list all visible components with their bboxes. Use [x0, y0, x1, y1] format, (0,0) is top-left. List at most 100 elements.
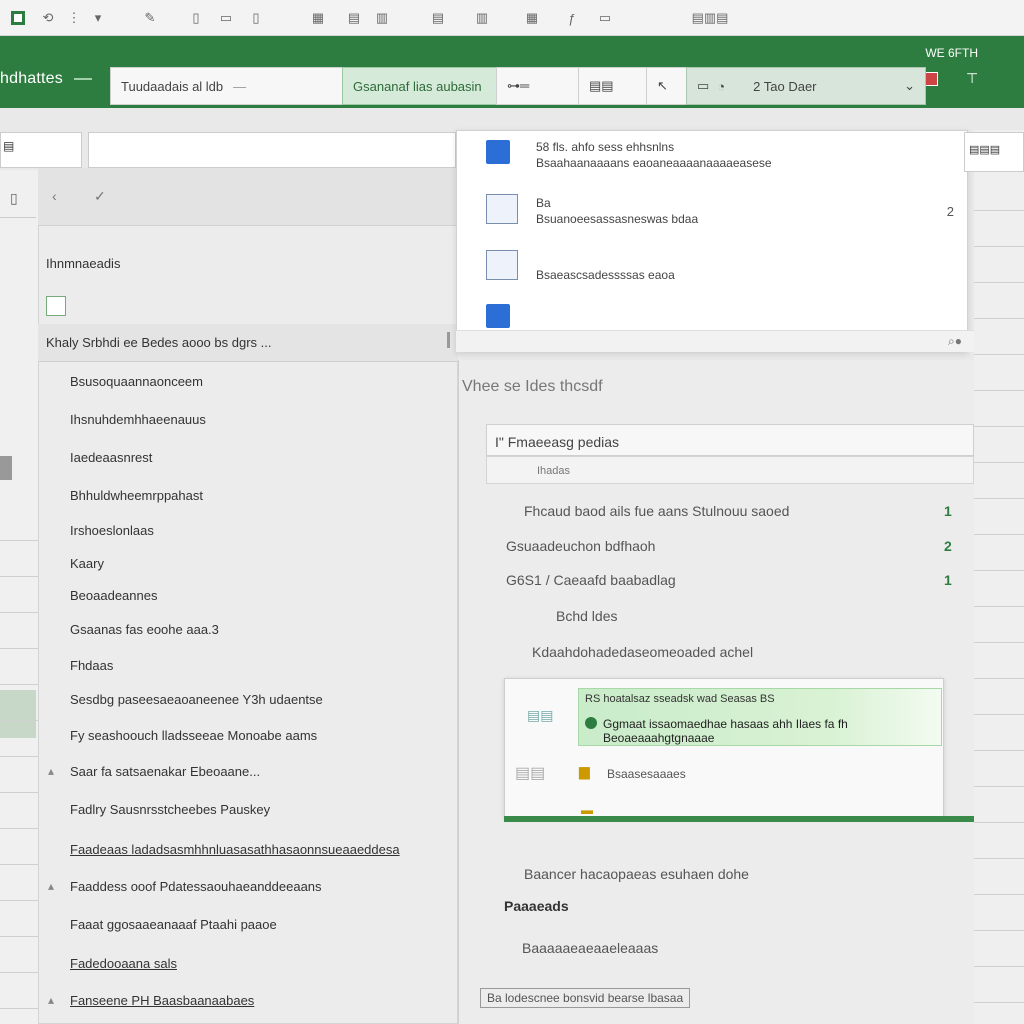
right-pane-row[interactable]: Kdaahdohadedaseomeoaded achel [532, 644, 753, 660]
grid-row-line [0, 576, 38, 577]
panel-header: Ihnmnaeadis [46, 256, 121, 271]
search-icon: ◔ [717, 78, 726, 94]
grid-row-line [974, 642, 1024, 643]
table-icon[interactable]: ▦ [306, 8, 330, 28]
table-icon: ▤▤ [515, 765, 546, 782]
edit-icon[interactable]: ✓ [94, 188, 106, 205]
undo-icon[interactable]: ⟲ [40, 8, 56, 28]
copy-icon[interactable]: ▯ [246, 8, 266, 28]
chevron-down-icon[interactable]: ▾ [92, 8, 104, 28]
left-panel-item[interactable]: Faaat ggosaaeanaaaf Ptaahi paaoe [70, 917, 277, 932]
formula-bar[interactable] [88, 132, 456, 168]
ribbon-group-1[interactable]: Tuudaadais al ldb — [110, 67, 354, 105]
right-pane-row-count: 1 [944, 503, 952, 519]
scroll-marker [447, 332, 450, 348]
ribbon-group-4[interactable]: ▭ ◔ 2 Tao Daer ⌄ [686, 67, 926, 105]
popup-item-title: 58 fls. ahfo sess ehhsnlns [536, 140, 675, 154]
left-panel-item[interactable]: Fy seashoouch lladsseeae Monoabe aams [70, 728, 317, 743]
grid-row-line [0, 540, 38, 541]
back-icon[interactable]: ‹ [52, 188, 57, 204]
grid-row-line [0, 720, 38, 721]
grid-row-line [974, 606, 1024, 607]
grid-icon[interactable]: ▤ [342, 8, 366, 28]
popup-item-count: 2 [946, 204, 954, 219]
user-label[interactable]: WE 6FTH [925, 46, 978, 60]
right-pane-row[interactable]: Bchd ldes [556, 608, 617, 624]
left-panel-item[interactable]: Bsusoquaannaonceem [70, 374, 203, 389]
left-panel-item[interactable]: Sesdbg paseesaeaoaneenee Y3h udaentse [70, 692, 323, 707]
search-icon: ⌕● [948, 334, 962, 348]
right-pane-lower-row[interactable]: Paaaeads [504, 898, 569, 914]
flag-icon[interactable] [924, 72, 938, 86]
table-small-icon: ▤▤ [589, 78, 614, 93]
grid-row-line [0, 684, 38, 685]
notification-message: Ggmaat issaomaedhae hasaas ahh Ilaes fa … [603, 717, 848, 745]
window-icon[interactable]: ▭ [590, 8, 620, 28]
right-pane-row[interactable]: Gsuaadeuchon bdfhaoh [506, 538, 655, 554]
right-pane-row[interactable]: Fhcaud baod ails fue aans Stulnouu saoed [524, 503, 789, 519]
grid-row-line [974, 210, 1024, 211]
redo-icon[interactable]: ⋮ [66, 8, 82, 28]
grid-row-line [0, 936, 38, 937]
grid-highlight [0, 690, 36, 738]
right-pane-lower-row[interactable]: Baaaaaeaeaaeleaaas [522, 940, 658, 956]
sheet-icon[interactable]: ▤ [426, 8, 450, 28]
green-checkbox-icon[interactable] [46, 296, 66, 316]
document-icon [486, 250, 518, 280]
print-icon[interactable]: ▭ [216, 8, 236, 28]
left-panel-item[interactable]: Gsaanas fas eoohe aaa.3 [70, 622, 219, 637]
folder-icon: ▆ [579, 763, 590, 779]
grid-row-line [974, 714, 1024, 715]
left-panel-item[interactable]: Saar fa satsaenakar Ebeoaane... [70, 764, 260, 779]
left-panel-item[interactable]: Bhhuldwheemrppahast [70, 488, 203, 503]
left-panel-item[interactable]: Fadedooaana sals [70, 956, 177, 971]
grid-row-line [0, 972, 38, 973]
app-icon[interactable] [8, 8, 28, 28]
panel-subheader-bar: Khaly Srbhdi ee Bedes aooo bs dgrs ... [38, 324, 458, 362]
left-panel-item[interactable]: Kaary [70, 556, 104, 571]
popup-item[interactable]: Bsaeascsadessssas eaoa [456, 246, 968, 290]
left-panel-item[interactable]: Beoaadeannes [70, 588, 157, 603]
left-grid-strip [0, 170, 40, 1024]
right-pane-lower-row[interactable]: Baancer hacaopaeas esuhaen dohe [524, 866, 749, 882]
left-panel-item[interactable]: Fadlry Sausnrsstcheebes Pauskey [70, 802, 270, 817]
slider-icon: ⊶═ [507, 78, 530, 93]
columns-icon[interactable]: ▦ [520, 8, 544, 28]
layout-icon[interactable]: ▤▥▤ [670, 8, 750, 28]
selection-marker [0, 456, 12, 480]
left-panel-item[interactable]: Ihsnuhdemhhaeenauus [70, 412, 206, 427]
grid-row-line [974, 750, 1024, 751]
popup-scrollbar[interactable]: ⌕● [456, 330, 976, 352]
left-panel-item[interactable]: Iaedeaasnrest [70, 450, 152, 465]
folder-icon: ▬ [581, 803, 593, 817]
right-pane-subtitle: Ihadas [486, 456, 974, 484]
right-pane-lower-row[interactable]: Ba lodescnee bonsvid bearse lbasaa [480, 988, 691, 1008]
left-panel-item[interactable]: Fhdaas [70, 658, 113, 673]
pen-icon[interactable]: ✎ [140, 8, 160, 28]
left-panel-item[interactable]: Irshoeslonlaas [70, 523, 154, 538]
filter-icon[interactable]: ▥ [470, 8, 494, 28]
grid-row-line [974, 930, 1024, 931]
grid-row-line [974, 570, 1024, 571]
grid-row-line [0, 756, 38, 757]
function-icon[interactable]: ƒ [560, 8, 584, 28]
grid-cell[interactable]: ▯ [0, 178, 36, 218]
right-pane-row[interactable]: G6S1 / Caeaafd baabadlag [506, 572, 676, 588]
grid-row-line [974, 678, 1024, 679]
save-icon[interactable]: ▯ [186, 8, 206, 28]
chart-icon[interactable]: ▥ [370, 8, 394, 28]
name-box[interactable]: ▤ [0, 132, 82, 168]
pin-icon[interactable]: ⊤ [966, 70, 978, 87]
popup-item[interactable]: 58 fls. ahfo sess ehhsnlns Bsaahaanaaaans… [456, 134, 968, 178]
left-panel-item[interactable]: Fanseene PH Baasbaanaabaes [70, 993, 254, 1008]
right-cell-label[interactable]: ▤▤▤ [964, 132, 1024, 172]
document-icon [486, 194, 518, 224]
right-pane-search[interactable]: I" Fmaeeasg pedias [486, 424, 974, 456]
panel-toolbar: ‹ ✓ [38, 168, 458, 226]
ribbon-group-2[interactable]: Gsananaf lias aubasin [342, 67, 514, 105]
popup-item[interactable]: Ba Bsuanoeesassasneswas bdaa 2 [456, 190, 968, 234]
left-panel-item[interactable]: Faaddess ooof Pdatessaouhaeanddeeaans [70, 879, 322, 894]
grid-row-line [974, 786, 1024, 787]
left-panel-item[interactable]: Faadeaas ladadsasmhhnluasasathhasaonnsue… [70, 842, 400, 857]
notification-banner[interactable]: RS hoatalsaz sseadsk wad Seasas BS Ggmaa… [578, 688, 942, 746]
